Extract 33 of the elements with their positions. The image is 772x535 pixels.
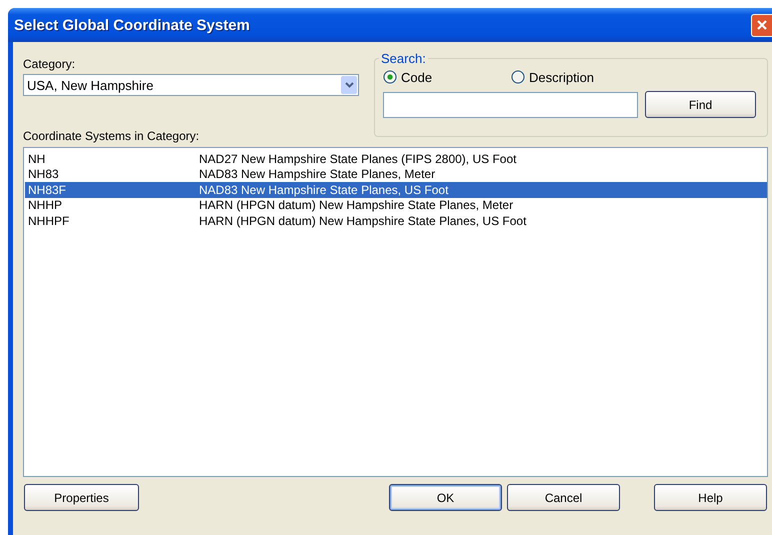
list-label: Coordinate Systems in Category: — [23, 128, 200, 145]
radio-label: Description — [529, 70, 594, 84]
radio-button[interactable] — [511, 70, 525, 84]
list-row[interactable]: NHHP HARN (HPGN datum) New Hampshire State Planes, Meter — [25, 198, 767, 213]
list-row[interactable]: NH83F NAD83 New Hampshire State Planes, US Foot — [25, 182, 767, 198]
window-title: Select Global Coordinate System — [14, 16, 250, 34]
category-dropdown[interactable]: USA, New Hampshire — [23, 74, 359, 96]
help-button[interactable]: Help — [654, 484, 767, 511]
properties-button[interactable]: Properties — [24, 484, 139, 511]
list-row[interactable]: NH NAD27 New Hampshire State Planes (FIPS 2800), US Foot — [25, 151, 767, 166]
code-cell-text: NHHP — [27, 198, 64, 212]
description-cell: NAD83 New Hampshire State Planes, Meter — [199, 167, 436, 182]
search-label: Search: — [380, 51, 427, 66]
radio-button[interactable] — [383, 70, 397, 84]
description-cell: HARN (HPGN datum) New Hampshire State Planes, US Foot — [199, 214, 526, 228]
code-cell-text: NHHPF — [27, 214, 70, 228]
code-cell-text: NH83F — [27, 182, 68, 197]
search-field[interactable] — [383, 92, 638, 118]
find-button[interactable]: Find — [645, 91, 756, 118]
code-cell-text: NH — [27, 152, 46, 166]
code-cell-text: NH83 — [27, 167, 60, 182]
description-cell: HARN (HPGN datum) New Hampshire State Planes, Meter — [199, 198, 514, 212]
category-label: Category: — [23, 56, 76, 73]
ok-button[interactable]: OK — [389, 484, 502, 511]
radio-label: Code — [401, 70, 432, 84]
close-button[interactable] — [751, 14, 772, 36]
cancel-button[interactable]: Cancel — [507, 484, 620, 511]
description-cell: NAD83 New Hampshire State Planes, US Foot — [199, 182, 448, 197]
list-row[interactable]: NHHPF HARN (HPGN datum) New Hampshire State Planes, US Foot — [25, 213, 767, 228]
description-cell: NAD27 New Hampshire State Planes (FIPS 2800), US Foot — [199, 152, 516, 166]
category-value: USA, New Hampshire — [27, 78, 154, 92]
chevron-down-icon — [344, 82, 354, 88]
list-row[interactable]: NH83 NAD83 New Hampshire State Planes, Meter — [25, 166, 767, 182]
